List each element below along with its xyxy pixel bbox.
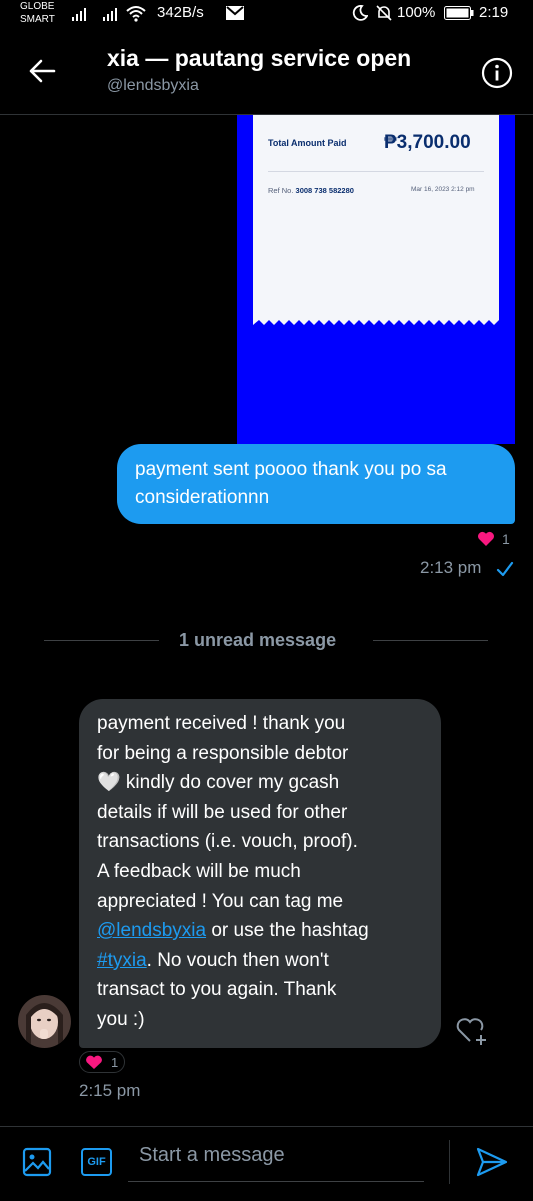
incoming-line: payment received ! thank you [97,713,346,734]
gif-button[interactable]: GIF [81,1148,112,1176]
receipt-ref-label: Ref No. [268,186,294,195]
incoming-message-bubble[interactable]: payment received ! thank you for being a… [79,699,441,1048]
outgoing-message-text: payment sent poooo thank you po sa consi… [135,459,447,508]
info-icon[interactable] [481,57,513,89]
incoming-text-fragment: or use the hashtag [206,920,369,942]
receipt-total-value: ₱3,700.00 [384,132,471,153]
gif-label: GIF [87,1156,106,1168]
mail-icon [226,6,244,20]
mute-bell-icon [376,5,392,21]
checkmark-icon [496,561,514,577]
status-bar: GLOBE SMART 342B/s 100% 2:19 [0,0,533,30]
battery-icon [444,6,474,20]
receipt-ref: Ref No. 3008 738 582280 [268,186,354,195]
incoming-line: @lendsbyxia or use the hashtag [97,916,423,946]
outgoing-message-bubble[interactable]: payment sent poooo thank you po sa consi… [117,444,515,524]
incoming-reaction-pill[interactable]: 1 [79,1051,125,1073]
carrier-bottom: SMART [20,14,55,25]
image-icon[interactable] [22,1147,52,1177]
conversation-header: xia — pautang service open @lendsbyxia [0,30,533,115]
unread-divider-label: 1 unread message [179,630,337,650]
incoming-line: transact to you again. Thank [97,979,337,1001]
outgoing-reaction-count: 1 [502,531,510,547]
message-input-placeholder: Start a message [139,1144,285,1166]
incoming-line: transactions (i.e. vouch, proof). [97,831,358,853]
wifi-icon [126,6,146,22]
incoming-text-fragment: . No vouch then won't [146,949,329,971]
message-input[interactable]: Start a message [128,1133,424,1182]
send-icon[interactable] [476,1147,508,1177]
incoming-line: for being a responsible debtor [97,742,349,764]
divider-line-left [44,640,159,641]
back-arrow-icon[interactable] [28,58,56,84]
outgoing-timestamp: 2:13 pm [420,558,482,577]
heart-reaction-icon [86,1055,102,1069]
signal-icon [72,8,86,21]
avatar[interactable] [18,995,71,1048]
incoming-line: you :) [97,1008,145,1030]
incoming-timestamp: 2:15 pm [79,1081,141,1100]
incoming-line: #tyxia. No vouch then won't [97,946,423,976]
divider-line-right [373,640,488,641]
incoming-reaction-count: 1 [111,1055,119,1070]
signal-icon-2 [103,8,117,21]
incoming-line: A feedback will be much [97,860,301,882]
conversation-title[interactable]: xia — pautang service open [107,45,411,72]
receipt-total-label: Total Amount Paid [268,138,347,148]
incoming-line: details if will be used for other [97,801,348,823]
incoming-line: appreciated ! You can tag me [97,890,344,912]
carrier-info: GLOBE SMART [20,0,55,26]
mention-link[interactable]: @lendsbyxia [97,920,206,941]
hashtag-link[interactable]: #tyxia [97,950,147,971]
clock: 2:19 [479,4,509,21]
receipt-divider [268,171,484,172]
add-reaction-icon[interactable] [455,1015,489,1047]
composer-divider [449,1140,450,1184]
network-speed: 342B/s [157,4,204,21]
receipt-slip: Total Amount Paid ₱3,700.00 Ref No. 3008… [253,115,499,320]
receipt-ref-value: 3008 738 582280 [295,186,354,195]
moon-icon [352,5,368,21]
carrier-top: GLOBE [20,1,55,12]
conversation-handle[interactable]: @lendsbyxia [107,77,199,95]
receipt-date: Mar 16, 2023 2:12 pm [411,186,475,193]
battery-percent: 100% [397,4,436,21]
incoming-line: 🤍 kindly do cover my gcash [97,772,340,794]
receipt-torn-edge [253,316,499,325]
heart-reaction-icon[interactable] [477,531,495,547]
